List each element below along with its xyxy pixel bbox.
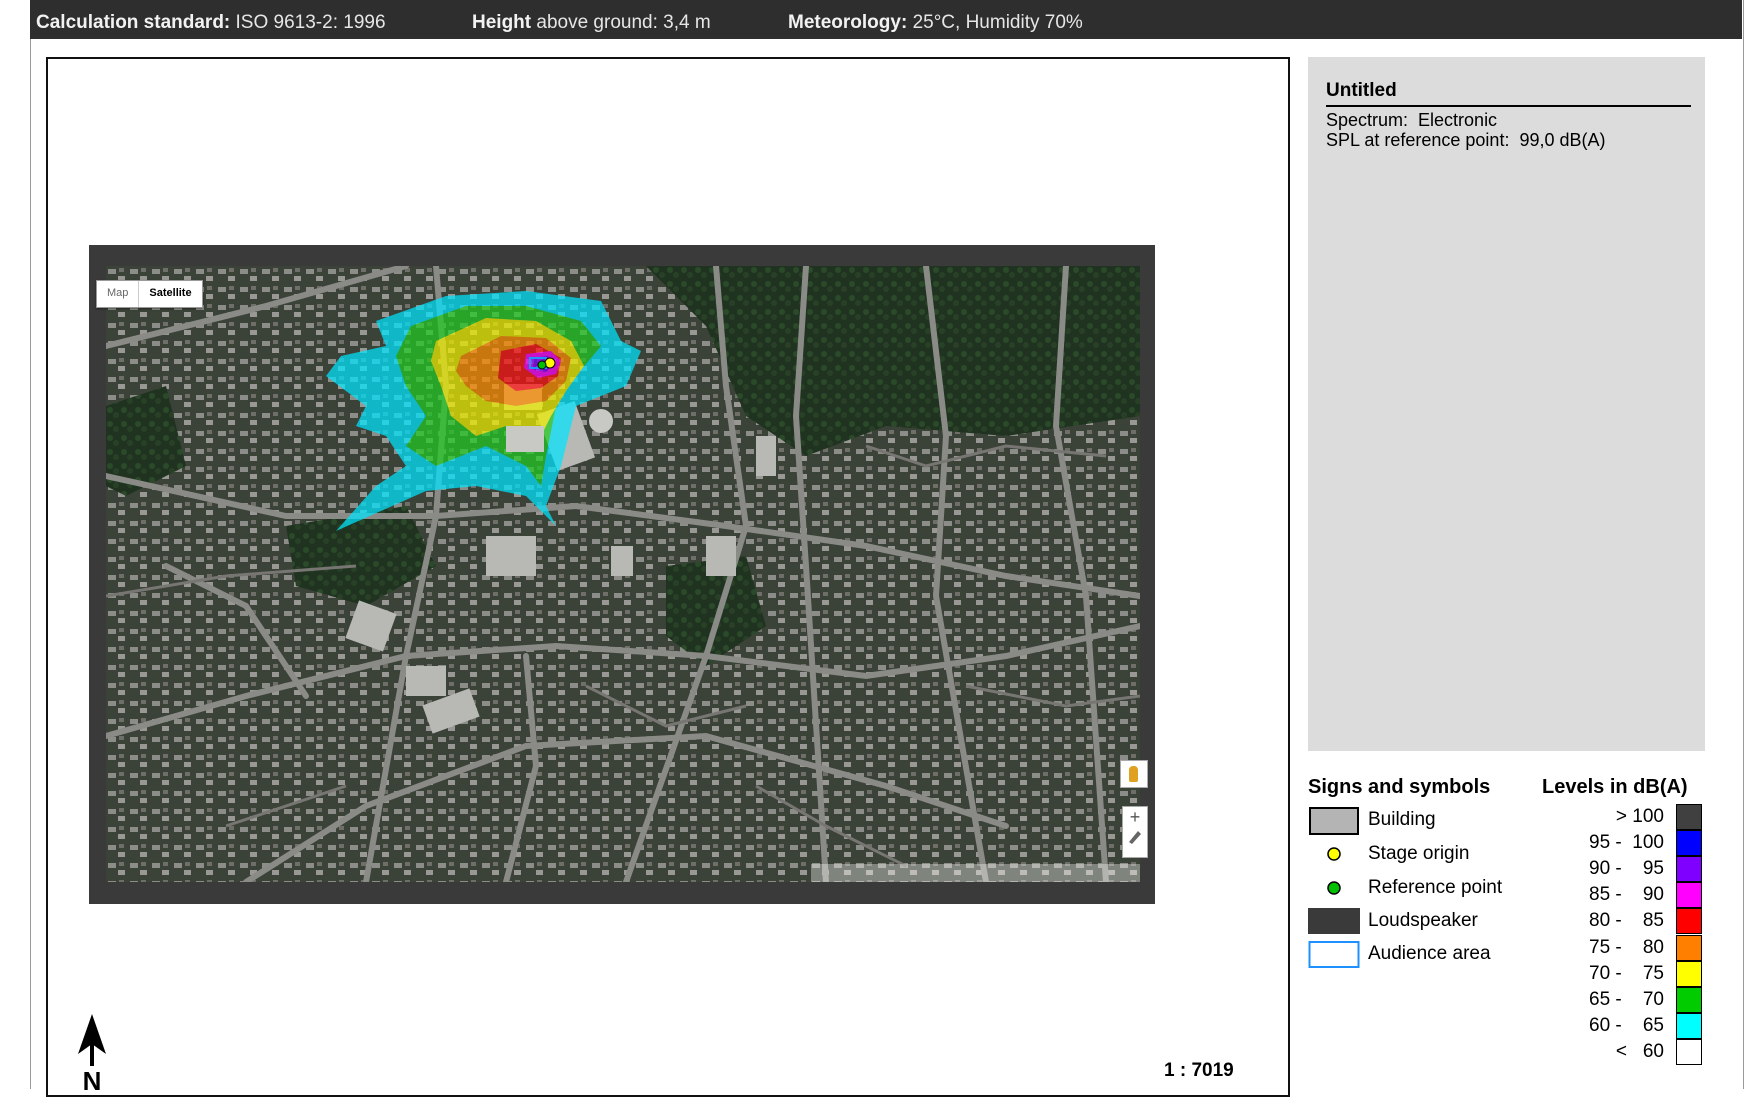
level-label: < 60 — [1615, 1041, 1664, 1062]
symbol-building — [1308, 806, 1360, 835]
symbol-label-loudspeaker: Loudspeaker — [1368, 910, 1478, 931]
symbol-stage-origin — [1308, 840, 1360, 868]
north-label: N — [83, 1066, 102, 1090]
height-value: above ground: 3,4 m — [536, 12, 711, 33]
level-label: 60 - 65 — [1589, 1015, 1664, 1036]
level-label: > 100 — [1615, 806, 1664, 827]
level-swatch — [1676, 935, 1702, 961]
level-label: 80 - 85 — [1589, 910, 1664, 931]
map-type-toggle[interactable]: Map Satellite — [96, 280, 203, 308]
meteo-value: 25°C, Humidity 70% — [912, 12, 1083, 33]
report-header-bar: Calculation standard: ISO 9613-2: 1996 H… — [30, 0, 1742, 39]
symbol-label-building: Building — [1368, 809, 1436, 830]
symbol-label-audience-area: Audience area — [1368, 943, 1491, 964]
level-label: 90 - 95 — [1589, 858, 1664, 879]
level-swatch — [1676, 908, 1702, 934]
loudspeaker-icon — [1308, 908, 1360, 934]
levels-heading: Levels in dB(A) — [1542, 776, 1688, 798]
symbol-reference-point — [1308, 874, 1360, 902]
level-label: 70 - 75 — [1589, 963, 1664, 984]
level-swatch — [1676, 961, 1702, 987]
level-label: 65 - 70 — [1589, 989, 1664, 1010]
calc-value: ISO 9613-2: 1996 — [235, 12, 386, 33]
calculation-standard: Calculation standard: ISO 9613-2: 1996 — [36, 12, 386, 34]
satellite-map[interactable] — [106, 266, 1140, 882]
project-title: Untitled — [1326, 80, 1691, 107]
zoom-in-button[interactable]: + — [1123, 807, 1147, 828]
height-info: Height above ground: 3,4 m — [472, 12, 711, 34]
level-swatch — [1676, 987, 1702, 1013]
symbol-loudspeaker — [1308, 906, 1360, 934]
reference-point-icon — [1327, 881, 1341, 895]
symbols-heading: Signs and symbols — [1308, 776, 1491, 798]
spectrum-info: Spectrum: Electronic — [1326, 110, 1498, 130]
street-view-pegman-icon[interactable] — [1120, 760, 1148, 788]
symbol-audience-area — [1308, 940, 1360, 968]
calc-label: Calculation standard: — [36, 12, 231, 33]
info-panel — [1308, 57, 1705, 751]
level-swatch — [1676, 856, 1702, 882]
satellite-view-button[interactable]: Satellite — [138, 281, 201, 307]
stage-origin-icon — [1327, 847, 1341, 861]
level-swatch — [1676, 804, 1702, 830]
building-icon — [1309, 807, 1359, 835]
level-label: 95 - 100 — [1589, 832, 1664, 853]
level-label: 85 - 90 — [1589, 884, 1664, 905]
zoom-control[interactable]: + — [1122, 806, 1148, 858]
height-label: Height — [472, 12, 532, 33]
map-view-button[interactable]: Map — [97, 281, 138, 307]
level-swatch — [1676, 1039, 1702, 1065]
north-arrow-icon: N — [74, 1014, 110, 1096]
audience-area-icon — [1308, 941, 1360, 968]
level-swatch — [1676, 1013, 1702, 1039]
meteo-label: Meteorology: — [788, 12, 908, 33]
level-swatch — [1676, 882, 1702, 908]
satellite-map-graphic — [106, 266, 1140, 882]
level-label: 75 - 80 — [1589, 937, 1664, 958]
level-swatch — [1676, 830, 1702, 856]
map-scale: 1 : 7019 — [1164, 1060, 1234, 1081]
symbol-label-reference-point: Reference point — [1368, 877, 1503, 898]
spl-info: SPL at reference point: 99,0 dB(A) — [1326, 130, 1606, 150]
rotate-icon[interactable] — [1126, 828, 1144, 846]
symbol-label-stage-origin: Stage origin — [1368, 843, 1470, 864]
meteorology-info: Meteorology: 25°C, Humidity 70% — [788, 12, 1083, 34]
